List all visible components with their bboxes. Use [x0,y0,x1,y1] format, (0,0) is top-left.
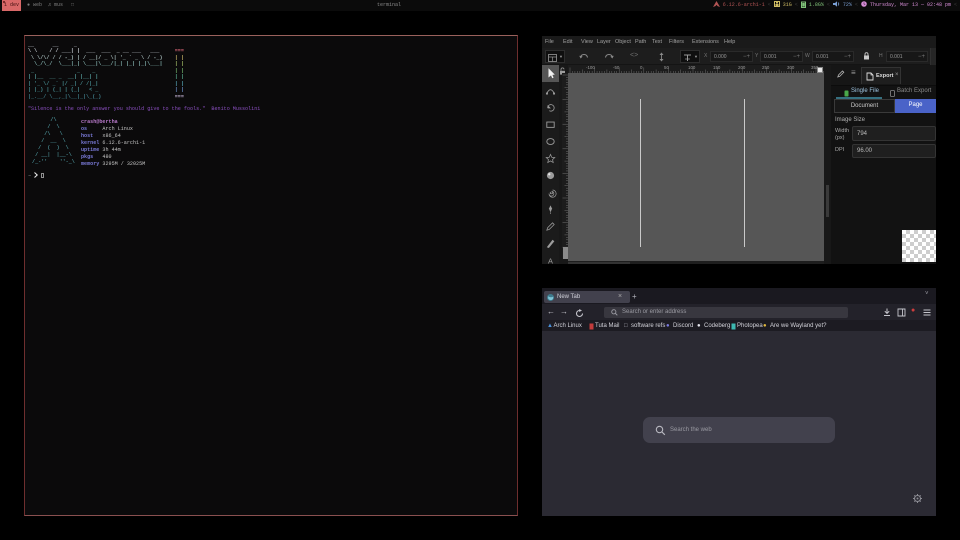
svg-text:A: A [548,256,553,264]
